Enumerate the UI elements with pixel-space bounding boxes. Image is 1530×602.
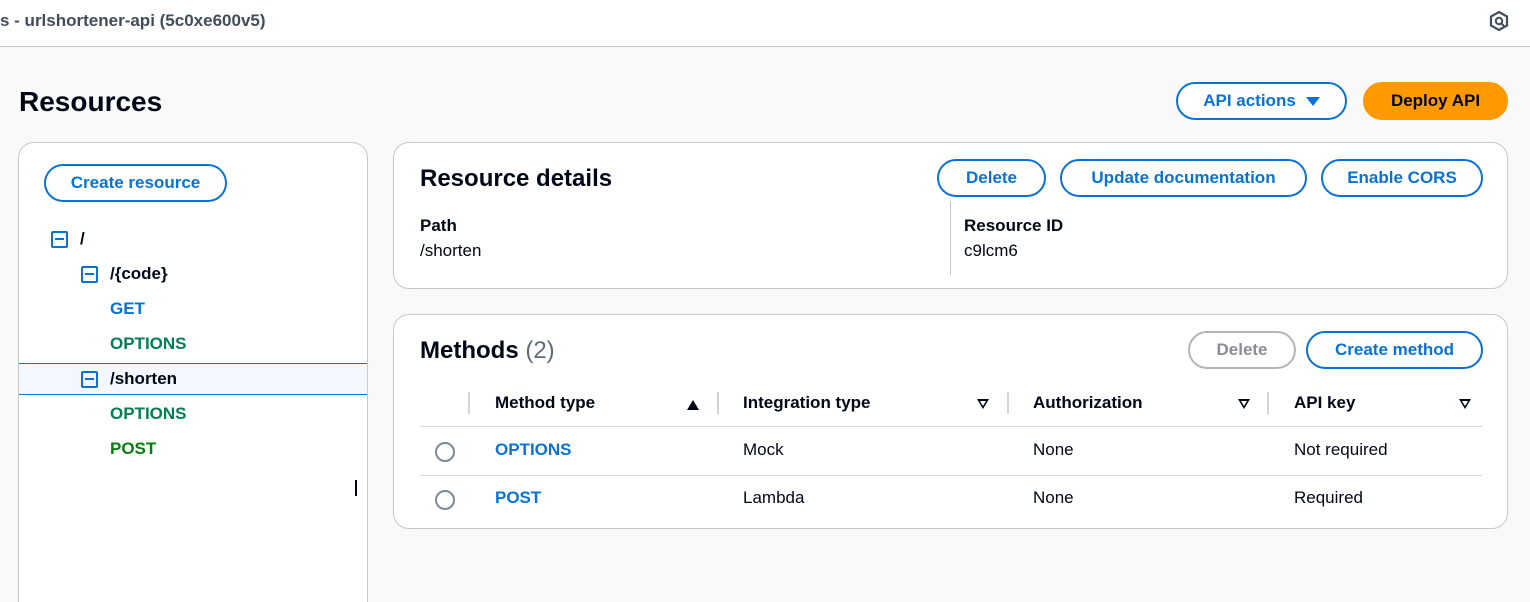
- delete-resource-button[interactable]: Delete: [937, 159, 1046, 197]
- resource-details-title: Resource details: [420, 165, 613, 192]
- tree-item-code-get[interactable]: GET: [19, 293, 367, 325]
- row-select-radio[interactable]: [435, 490, 455, 510]
- table-row[interactable]: OPTIONS Mock None Not required: [420, 427, 1482, 475]
- tree-item-label: /shorten: [110, 369, 178, 388]
- api-breadcrumb-title: s - urlshortener-api (5c0xe600v5): [0, 11, 266, 30]
- create-method-button[interactable]: Create method: [1306, 331, 1483, 369]
- path-value: /shorten: [420, 241, 482, 260]
- deploy-api-button[interactable]: Deploy API: [1363, 82, 1508, 120]
- api-actions-button[interactable]: API actions: [1176, 82, 1347, 120]
- column-separator: [717, 392, 719, 414]
- top-bar: s - urlshortener-api (5c0xe600v5): [0, 0, 1530, 47]
- tree-method-label: GET: [110, 299, 145, 318]
- sort-ascending-icon[interactable]: [687, 400, 699, 410]
- column-header-api-key[interactable]: API key: [1294, 393, 1355, 413]
- method-type-link[interactable]: POST: [495, 488, 541, 508]
- tree-item-root[interactable]: /: [19, 223, 367, 255]
- sort-icon[interactable]: [977, 399, 989, 409]
- tree-item-label: /{code}: [110, 264, 168, 283]
- method-type-link[interactable]: OPTIONS: [495, 440, 572, 460]
- enable-cors-button[interactable]: Enable CORS: [1321, 159, 1483, 197]
- api-key-cell: Not required: [1294, 440, 1388, 459]
- table-row[interactable]: POST Lambda None Required: [420, 475, 1482, 523]
- authorization-cell: None: [1033, 488, 1074, 507]
- tree-item-code-options[interactable]: OPTIONS: [19, 328, 367, 360]
- sort-icon[interactable]: [1459, 399, 1471, 409]
- tree-item-label: /: [80, 229, 85, 248]
- text-cursor: [355, 480, 357, 496]
- tree-item-shorten-options[interactable]: OPTIONS: [19, 398, 367, 430]
- create-resource-button[interactable]: Create resource: [44, 164, 227, 202]
- row-select-radio[interactable]: [435, 442, 455, 462]
- methods-title-text: Methods: [420, 337, 519, 364]
- column-header-method-type[interactable]: Method type: [495, 393, 595, 413]
- cloudshell-icon[interactable]: [1488, 10, 1510, 32]
- collapse-icon[interactable]: [51, 230, 68, 248]
- column-separator: [468, 392, 470, 414]
- authorization-cell: None: [1033, 440, 1074, 459]
- resource-id-value: c9lcm6: [964, 241, 1018, 260]
- path-label: Path: [420, 216, 457, 235]
- tree-method-label: OPTIONS: [110, 334, 187, 353]
- resource-id-label: Resource ID: [964, 216, 1064, 235]
- column-separator: [1007, 392, 1009, 414]
- page-title: Resources: [19, 86, 163, 117]
- delete-method-button[interactable]: Delete: [1188, 331, 1296, 369]
- tree-method-label: OPTIONS: [110, 404, 187, 423]
- sort-icon[interactable]: [1238, 399, 1250, 409]
- divider: [950, 201, 951, 275]
- tree-item-shorten[interactable]: /shorten: [19, 363, 367, 395]
- resource-details-panel: Resource details Delete Update documenta…: [393, 142, 1508, 289]
- methods-panel: Methods (2) Delete Create method Method …: [393, 314, 1508, 529]
- collapse-icon[interactable]: [81, 265, 98, 283]
- collapse-icon[interactable]: [81, 370, 98, 388]
- integration-type-cell: Lambda: [743, 488, 805, 507]
- methods-count: (2): [525, 337, 555, 364]
- column-separator: [1267, 392, 1269, 414]
- caret-down-icon: [1305, 96, 1320, 106]
- api-actions-label: API actions: [1203, 91, 1296, 110]
- column-header-authorization[interactable]: Authorization: [1033, 393, 1143, 413]
- tree-item-code[interactable]: /{code}: [19, 258, 367, 290]
- tree-item-shorten-post[interactable]: POST: [19, 433, 367, 465]
- tree-method-label: POST: [110, 439, 157, 458]
- integration-type-cell: Mock: [743, 440, 784, 459]
- column-header-integration-type[interactable]: Integration type: [743, 393, 871, 413]
- methods-title: Methods (2): [420, 337, 555, 365]
- resource-tree-panel: Create resource / /{code} GET OPTIONS /s…: [18, 142, 368, 602]
- update-documentation-button[interactable]: Update documentation: [1060, 159, 1307, 197]
- api-key-cell: Required: [1294, 488, 1363, 507]
